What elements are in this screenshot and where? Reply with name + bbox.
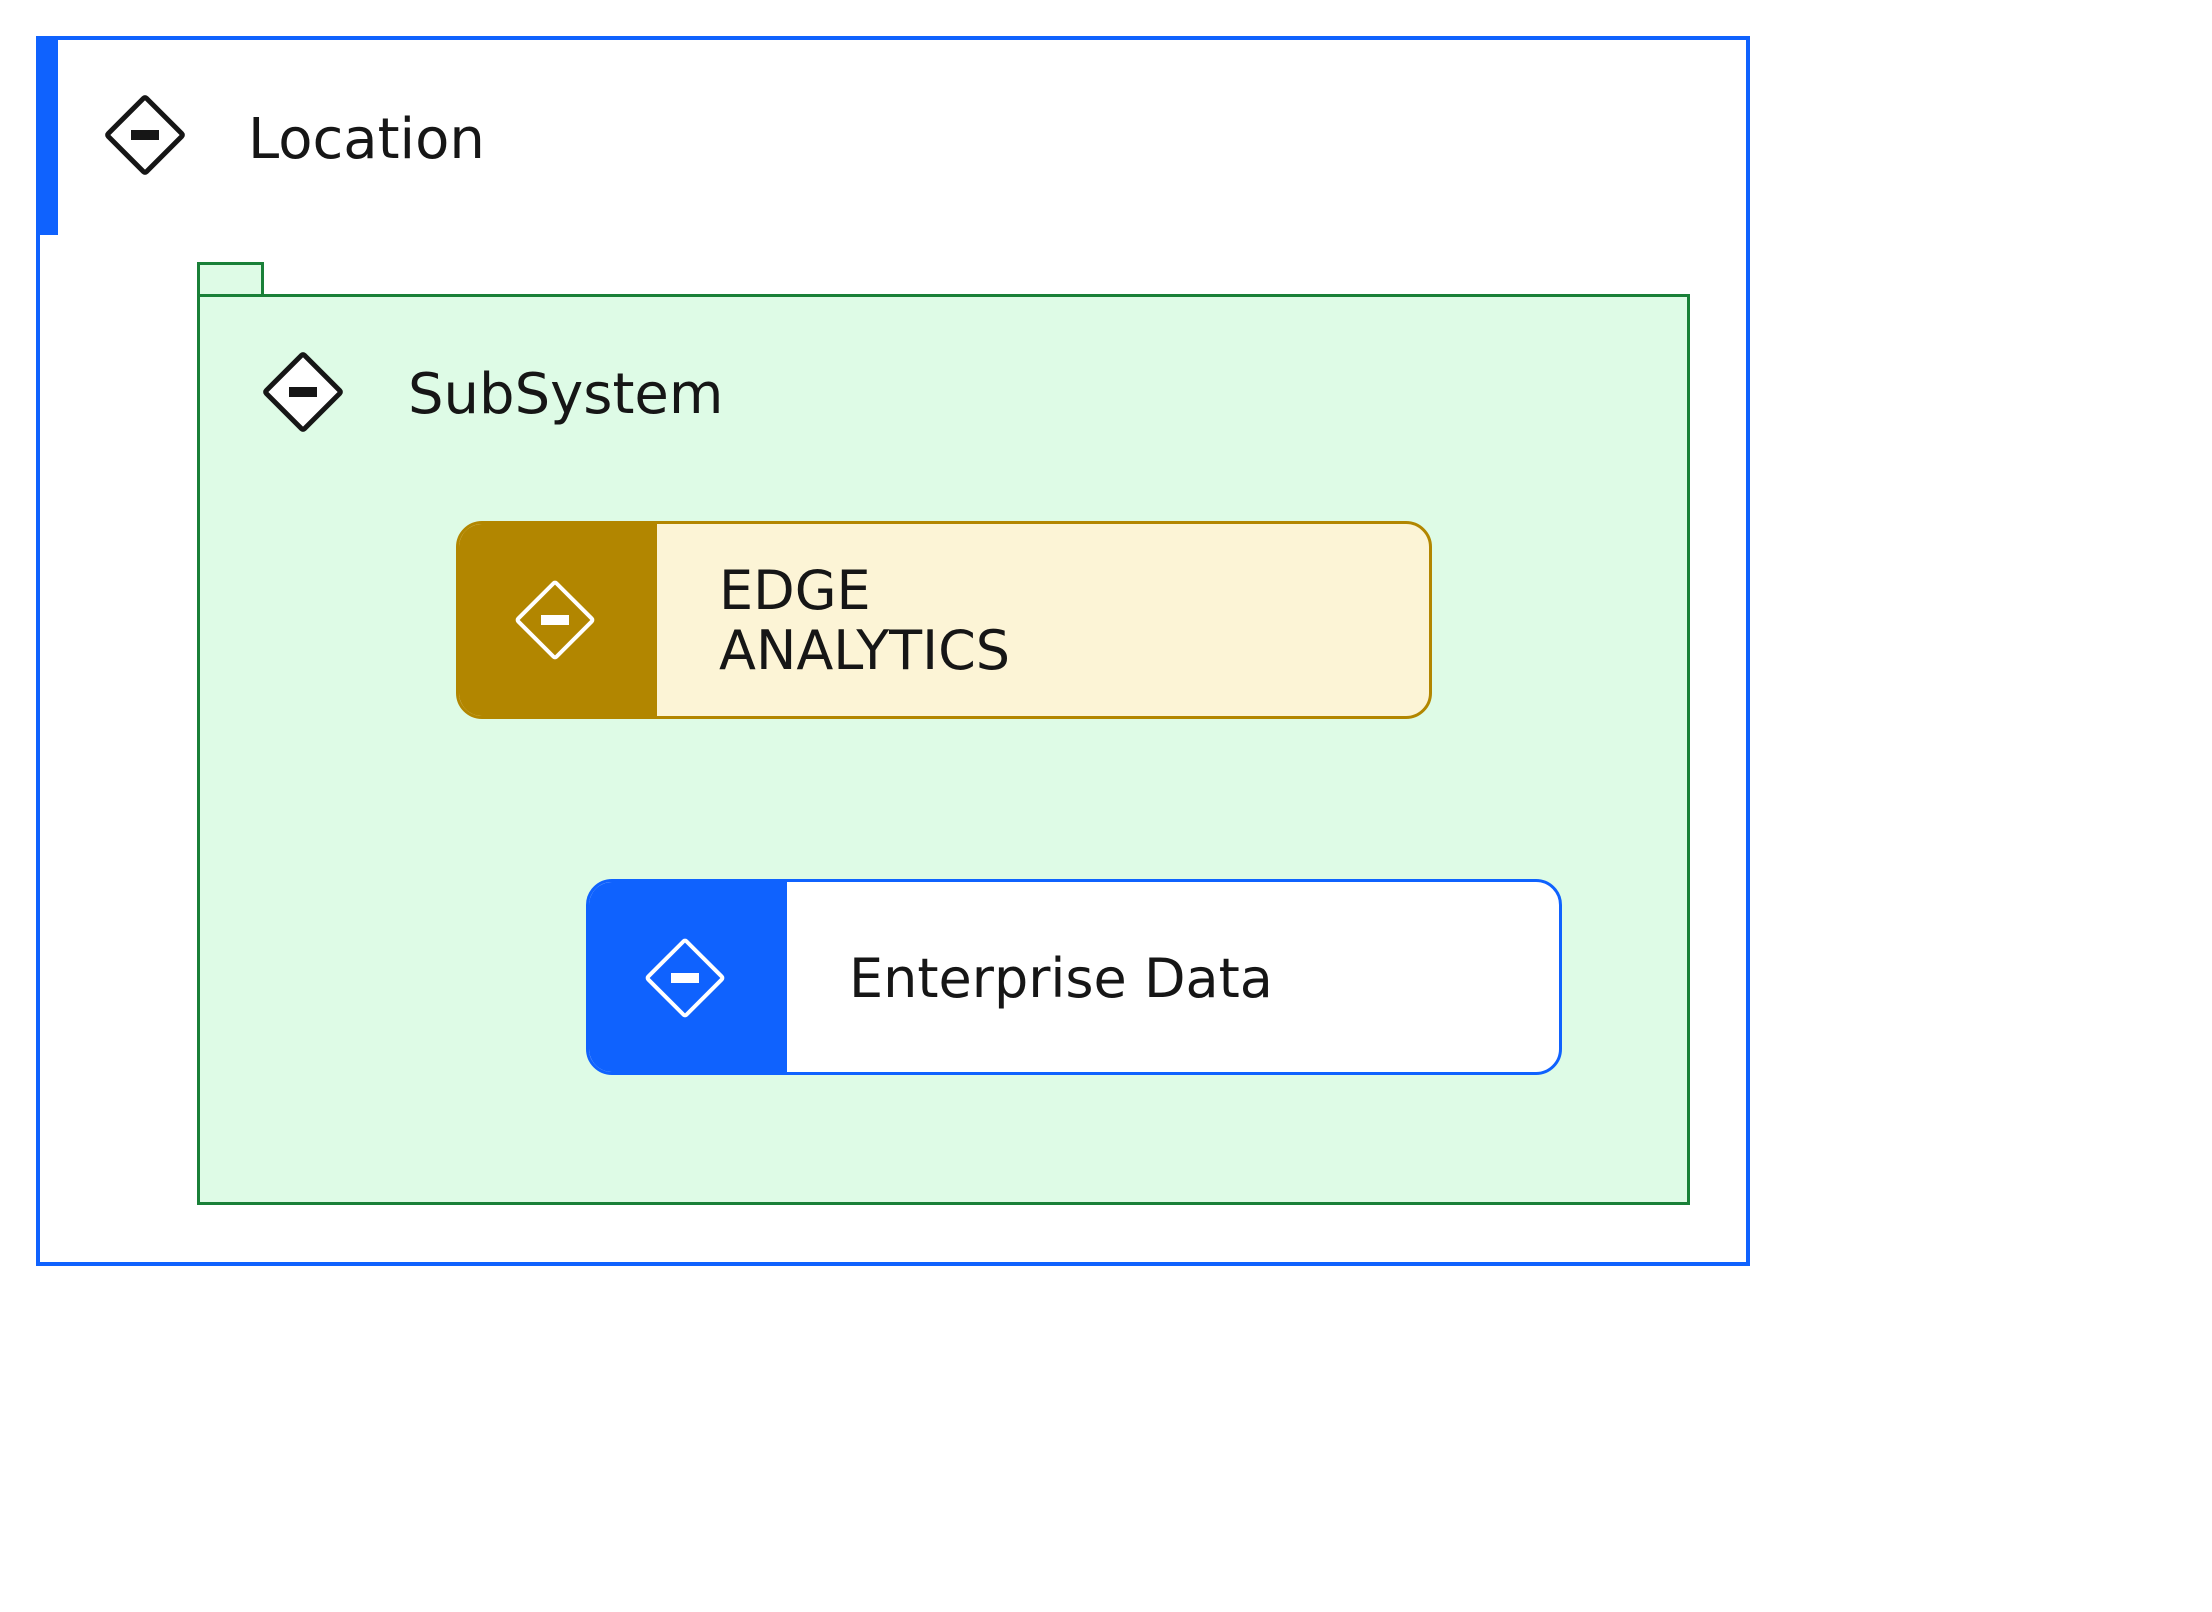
edge-analytics-node[interactable]: EDGE ANALYTICS (456, 521, 1432, 719)
subsystem-label: SubSystem (408, 362, 724, 427)
edge-analytics-icon (515, 580, 595, 660)
edge-analytics-body: EDGE ANALYTICS (657, 524, 1429, 716)
location-label: Location (248, 107, 485, 172)
location-accent-bar (40, 40, 58, 235)
enterprise-data-accent (589, 882, 787, 1072)
edge-analytics-label-line2: ANALYTICS (719, 619, 1011, 682)
enterprise-data-icon (645, 938, 725, 1018)
enterprise-data-label: Enterprise Data (849, 947, 1273, 1010)
subsystem-tab (197, 262, 264, 296)
subsystem-icon (263, 352, 343, 432)
enterprise-data-node[interactable]: Enterprise Data (586, 879, 1562, 1075)
edge-analytics-accent (459, 524, 657, 716)
enterprise-data-body: Enterprise Data (787, 882, 1559, 1072)
edge-analytics-label-line1: EDGE (719, 559, 871, 622)
location-icon (105, 95, 185, 175)
